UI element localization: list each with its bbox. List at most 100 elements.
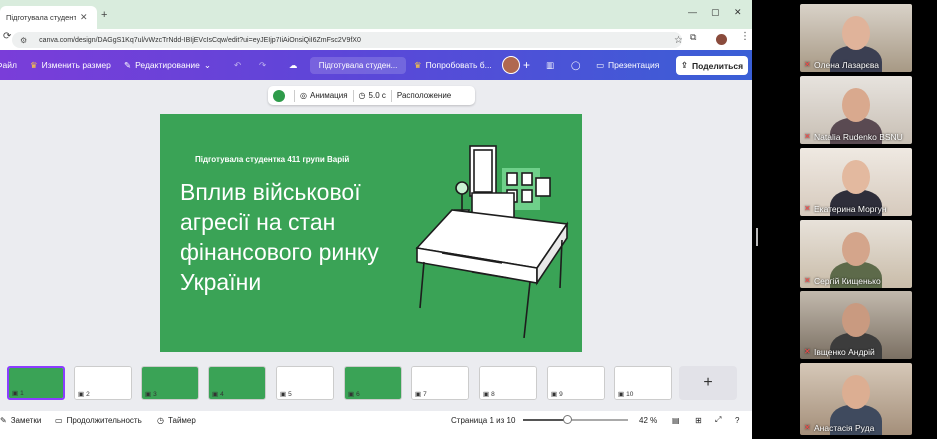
present-button[interactable]: ▭ Презентация (596, 50, 659, 80)
resize-label: Изменить размер (41, 60, 111, 70)
page-thumbnail[interactable]: ▣ 4 (208, 366, 266, 400)
close-window-icon[interactable]: ✕ (734, 7, 742, 18)
extensions-icon[interactable]: ⧉ (690, 32, 696, 43)
zoom-slider[interactable] (523, 415, 628, 424)
animation-button[interactable]: ◎ Анимация (300, 91, 348, 100)
page-thumbnail[interactable]: ▣ 5 (276, 366, 334, 400)
design-title[interactable]: Підготувала студен... (310, 57, 406, 74)
page-thumbnail[interactable]: ▣ 2 (74, 366, 132, 400)
redo-button[interactable]: ↷ (259, 50, 266, 80)
cloud-save-button[interactable]: ☁ (289, 50, 298, 80)
participant-tile[interactable]: ✕ Natalia Rudenko BSNU (800, 76, 912, 144)
divider (390, 89, 392, 102)
divider (294, 89, 295, 102)
pencil-icon: ✎ (124, 59, 132, 70)
timer-icon: ◷ (157, 415, 164, 425)
color-swatch[interactable] (273, 89, 285, 102)
fullscreen-button[interactable]: ⤢ (715, 411, 721, 429)
page-icon: ▣ (551, 391, 558, 398)
participant-name: Анастасія Руда (814, 423, 875, 433)
pages-view-button[interactable]: ▤ (672, 411, 680, 429)
timer-button[interactable]: ◷ Таймер (157, 411, 196, 429)
thumbnail-number: ▣ 4 (212, 390, 224, 399)
page-thumbnail[interactable]: ▣ 8 (479, 366, 537, 400)
maximize-icon[interactable]: ▢ (711, 7, 720, 18)
element-context-bar: ◎ Анимация ◷ 5.0 с Расположение (268, 86, 475, 105)
undo-icon: ↶ (234, 59, 242, 70)
chart-icon: ▥ (546, 59, 555, 70)
comment-icon: ◯ (571, 59, 581, 70)
animation-label: Анимация (309, 91, 348, 100)
panel-resize-handle[interactable] (756, 228, 758, 246)
cloud-icon: ☁ (289, 59, 298, 70)
page-thumbnail[interactable]: ▣ 3 (141, 366, 199, 400)
grid-view-button[interactable]: ⊞ (695, 411, 702, 429)
page-thumbnail[interactable]: ▣ 1 (7, 366, 65, 400)
new-tab-icon[interactable]: + (101, 9, 107, 21)
position-button[interactable]: Расположение (397, 91, 451, 100)
page-icon: ▣ (348, 391, 355, 398)
page-icon: ▣ (415, 391, 422, 398)
stats-button[interactable]: ▥ (546, 50, 554, 80)
participant-tile[interactable]: ✕ Сергій Кищенько (800, 220, 912, 288)
present-label: Презентация (608, 60, 660, 70)
close-icon[interactable]: ✕ (80, 12, 88, 23)
participant-name: Екатерина Моргун (814, 204, 887, 214)
clock-icon: ◷ (358, 91, 366, 100)
duration-button[interactable]: ◷ 5.0 с (359, 91, 386, 100)
page-thumbnail[interactable]: ▣ 10 (614, 366, 672, 400)
fullscreen-icon: ⤢ (715, 415, 722, 424)
participant-name: Івщенко Андрій (814, 347, 875, 357)
slide-subtitle[interactable]: Підготувала студентка 411 групи Варій (195, 155, 375, 164)
try-pro-button[interactable]: ♛ Попробовать б... (414, 50, 492, 80)
url-input[interactable]: ⚙ canva.com/design/DAGgS1Kq7ul/vWzcTrNdd… (12, 32, 682, 48)
help-button[interactable]: ? (735, 411, 739, 429)
participant-tile[interactable]: ✕ Івщенко Андрій (800, 291, 912, 359)
share-button[interactable]: ⇪ Поделиться (676, 56, 748, 75)
participant-video-face (842, 375, 870, 409)
page-thumbnail[interactable]: ▣ 9 (547, 366, 605, 400)
editing-menu[interactable]: ✎ Редактирование ⌄ (124, 50, 211, 80)
zoom-slider-handle[interactable] (563, 415, 573, 424)
participant-tile[interactable]: ✕ Олена Лазарєва (800, 4, 912, 72)
page-thumbnail[interactable]: ▣ 7 (411, 366, 469, 400)
minimize-icon[interactable]: — (688, 7, 697, 17)
site-info-icon[interactable]: ⚙ (20, 36, 27, 45)
reload-icon[interactable]: ⟳ (3, 31, 11, 42)
try-label: Попробовать б... (425, 60, 492, 70)
more-menu-icon[interactable]: ⋮ (740, 31, 750, 42)
editor-canvas: ◎ Анимация ◷ 5.0 с Расположение Підготувал… (0, 80, 752, 411)
participant-name: Natalia Rudenko BSNU (814, 132, 903, 142)
slide-title[interactable]: Вплив військової агресії на стан фінансо… (180, 177, 420, 297)
mic-muted-icon: ✕ (804, 204, 811, 213)
add-page-button[interactable]: + (679, 366, 737, 400)
file-menu[interactable]: Файл (0, 50, 17, 80)
zoom-value[interactable]: 42 % (639, 411, 657, 429)
star-icon[interactable]: ☆ (674, 35, 682, 46)
page-thumbnail[interactable]: ▣ 6 (344, 366, 402, 400)
thumbnail-number-text: 9 (559, 390, 563, 398)
participant-video-face (842, 232, 870, 266)
duration-toggle[interactable]: ▭ Продолжительность (55, 411, 142, 429)
undo-button[interactable]: ↶ (234, 50, 241, 80)
chevron-down-icon: ⌄ (203, 59, 212, 70)
resize-button[interactable]: ♛ Изменить размер (30, 50, 111, 80)
thumbnail-number: ▣ 1 (12, 389, 24, 398)
tab-title: Підготувала студентка 411 групи (6, 13, 76, 22)
desk-illustration[interactable] (412, 138, 572, 338)
duration-label: 5.0 с (368, 91, 386, 100)
browser-tab[interactable]: Підготувала студентка 411 групи ✕ (0, 6, 97, 29)
profile-avatar[interactable] (716, 34, 727, 45)
add-collaborator-button[interactable]: + (523, 50, 530, 80)
notes-button[interactable]: ✎ Заметки (0, 411, 41, 429)
film-icon: ▭ (55, 415, 63, 425)
comments-button[interactable]: ◯ (571, 50, 581, 80)
participant-name-label: ✕ Івщенко Андрій (804, 347, 875, 357)
participant-tile[interactable]: ✕ Екатерина Моргун (800, 148, 912, 216)
slide-canvas[interactable]: Підготувала студентка 411 групи Варій Вп… (160, 114, 582, 352)
user-avatar[interactable] (502, 56, 520, 74)
page-icon: ▣ (280, 391, 287, 398)
participant-tile[interactable]: ✕ Анастасія Руда (800, 363, 912, 435)
mic-muted-icon: ✕ (804, 132, 811, 141)
participant-video-face (842, 16, 870, 50)
